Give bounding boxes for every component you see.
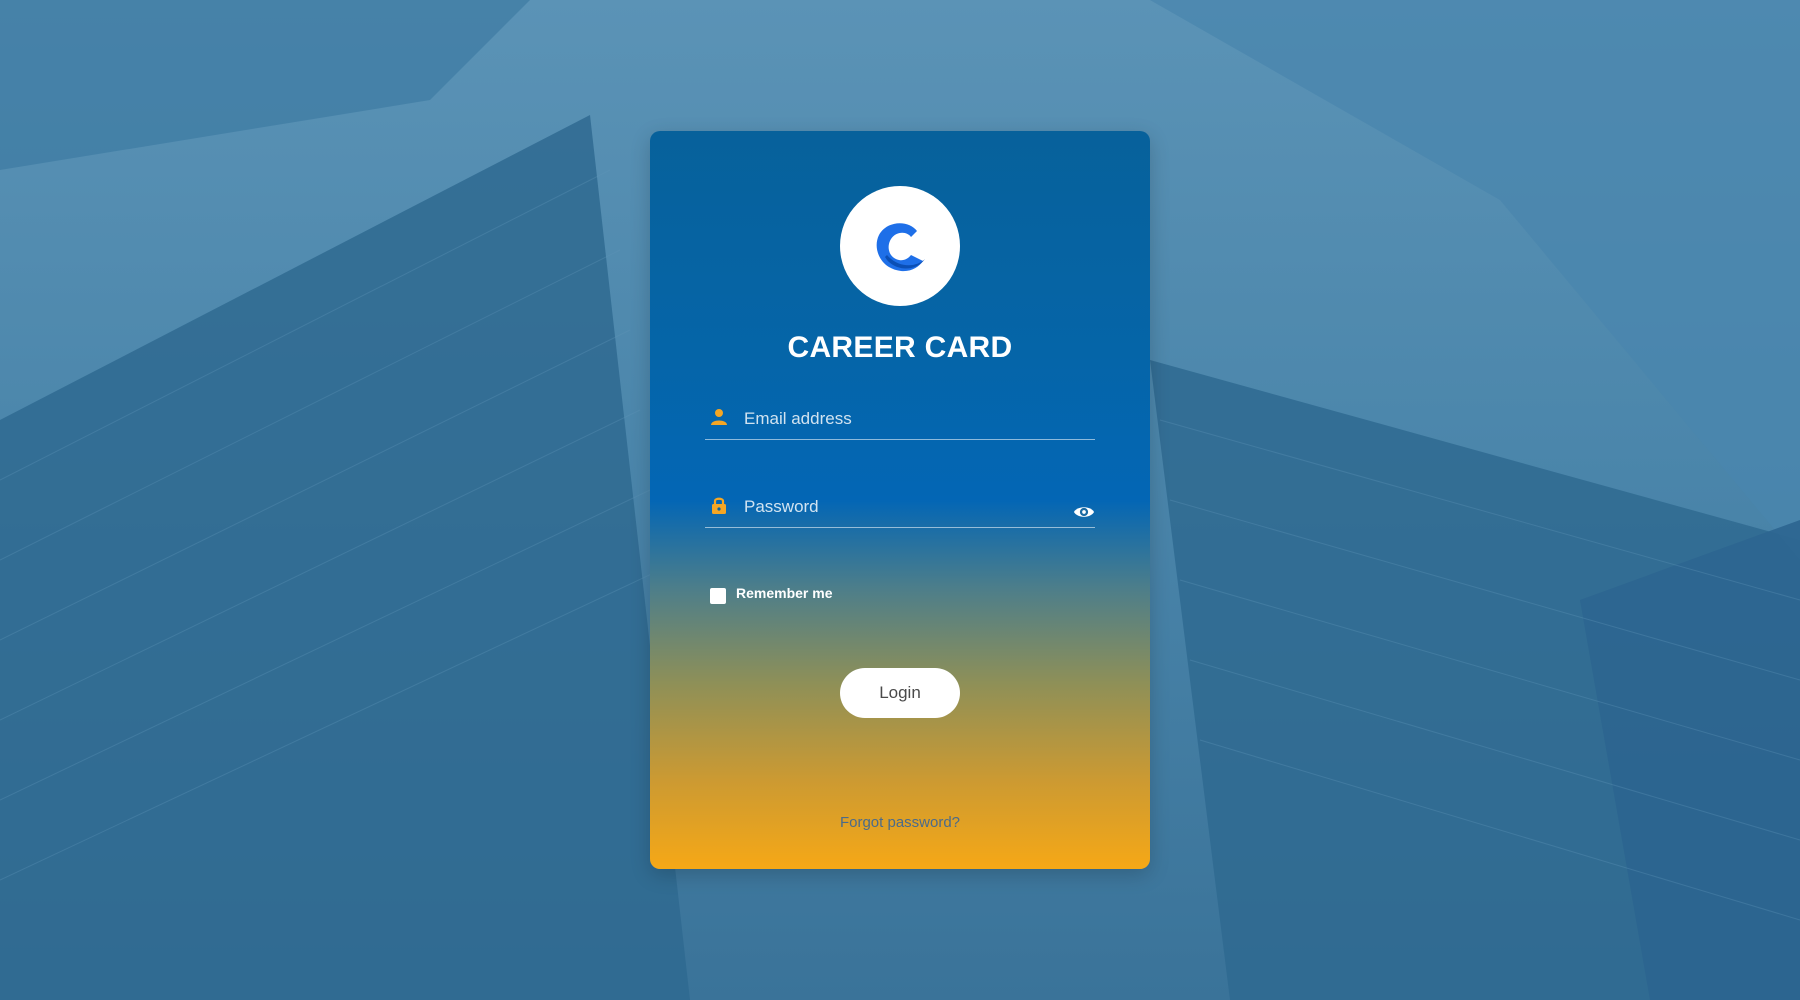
password-field-wrapper xyxy=(705,487,1095,528)
brand-logo xyxy=(840,186,960,306)
eye-icon[interactable] xyxy=(1073,501,1095,523)
password-input[interactable] xyxy=(742,491,1066,523)
email-input[interactable] xyxy=(742,403,1066,435)
remember-me-row: Remember me xyxy=(710,582,833,604)
remember-me-label: Remember me xyxy=(736,585,833,601)
brand-title: CAREER CARD xyxy=(787,331,1013,364)
login-card: CAREER CARD Remember me Login Forgot pas… xyxy=(650,131,1150,869)
login-button[interactable]: Login xyxy=(840,668,960,718)
forgot-password-link[interactable]: Forgot password? xyxy=(650,814,1150,831)
email-field-wrapper xyxy=(705,399,1095,440)
career-card-logo-icon xyxy=(876,223,925,272)
lock-icon xyxy=(712,497,726,514)
user-icon xyxy=(711,409,727,425)
remember-me-checkbox[interactable] xyxy=(710,588,726,604)
